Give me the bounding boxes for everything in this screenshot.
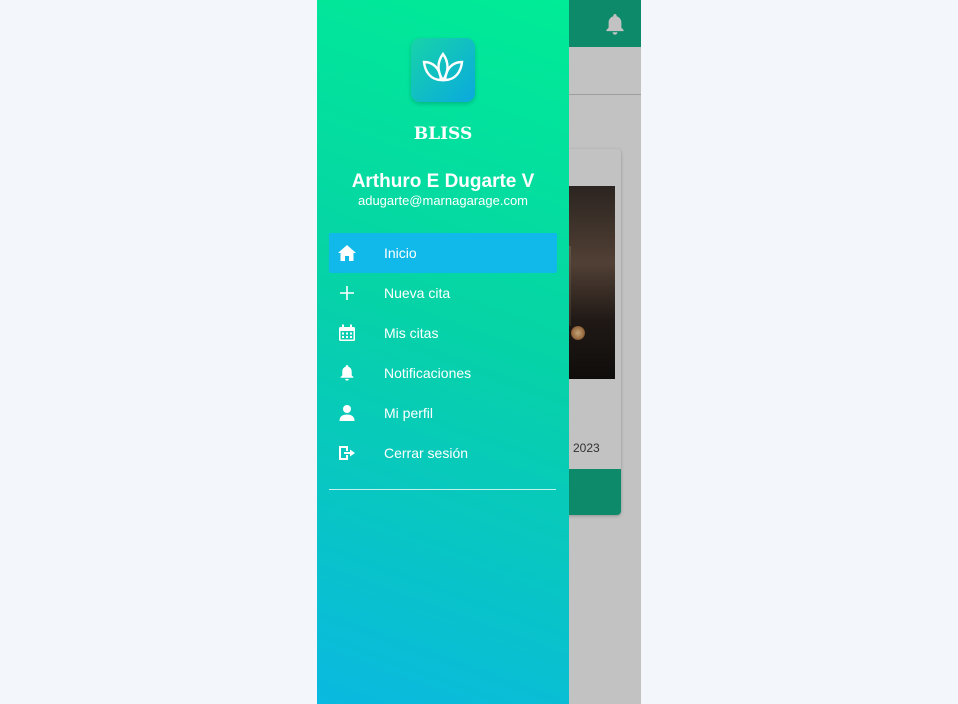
menu-item-cerrar-sesion[interactable]: Cerrar sesión (329, 433, 557, 473)
navigation-drawer: BLISS Arthuro E Dugarte V adugarte@marna… (317, 0, 569, 704)
brand-name: BLISS (413, 124, 473, 144)
app-screen: s 2023 BLISS Arthuro E Dugarte V adugart… (317, 0, 641, 704)
plus-icon (337, 283, 357, 303)
menu-item-label: Inicio (384, 245, 417, 261)
menu-item-inicio[interactable]: Inicio (329, 233, 557, 273)
app-logo (411, 38, 475, 102)
calendar-icon (337, 323, 357, 343)
user-name: Arthuro E Dugarte V (351, 171, 535, 192)
person-icon (337, 403, 357, 423)
lotus-logo-icon (422, 51, 464, 83)
menu-item-mis-citas[interactable]: Mis citas (329, 313, 557, 353)
logout-icon (337, 443, 357, 463)
menu-divider (329, 489, 556, 490)
menu-item-mi-perfil[interactable]: Mi perfil (329, 393, 557, 433)
menu-item-nueva-cita[interactable]: Nueva cita (329, 273, 557, 313)
user-email: adugarte@marnagarage.com (357, 193, 528, 208)
menu-item-label: Mi perfil (384, 405, 434, 421)
home-icon (337, 243, 357, 263)
menu-item-label: Nueva cita (384, 285, 451, 301)
menu-item-label: Notificaciones (384, 365, 472, 381)
menu-item-label: Cerrar sesión (384, 445, 469, 461)
menu-item-label: Mis citas (384, 325, 439, 341)
bell-icon (337, 363, 357, 383)
menu-item-notificaciones[interactable]: Notificaciones (329, 353, 557, 393)
drawer-menu: Inicio Nueva cita Mis citas Notificacion… (329, 233, 557, 473)
